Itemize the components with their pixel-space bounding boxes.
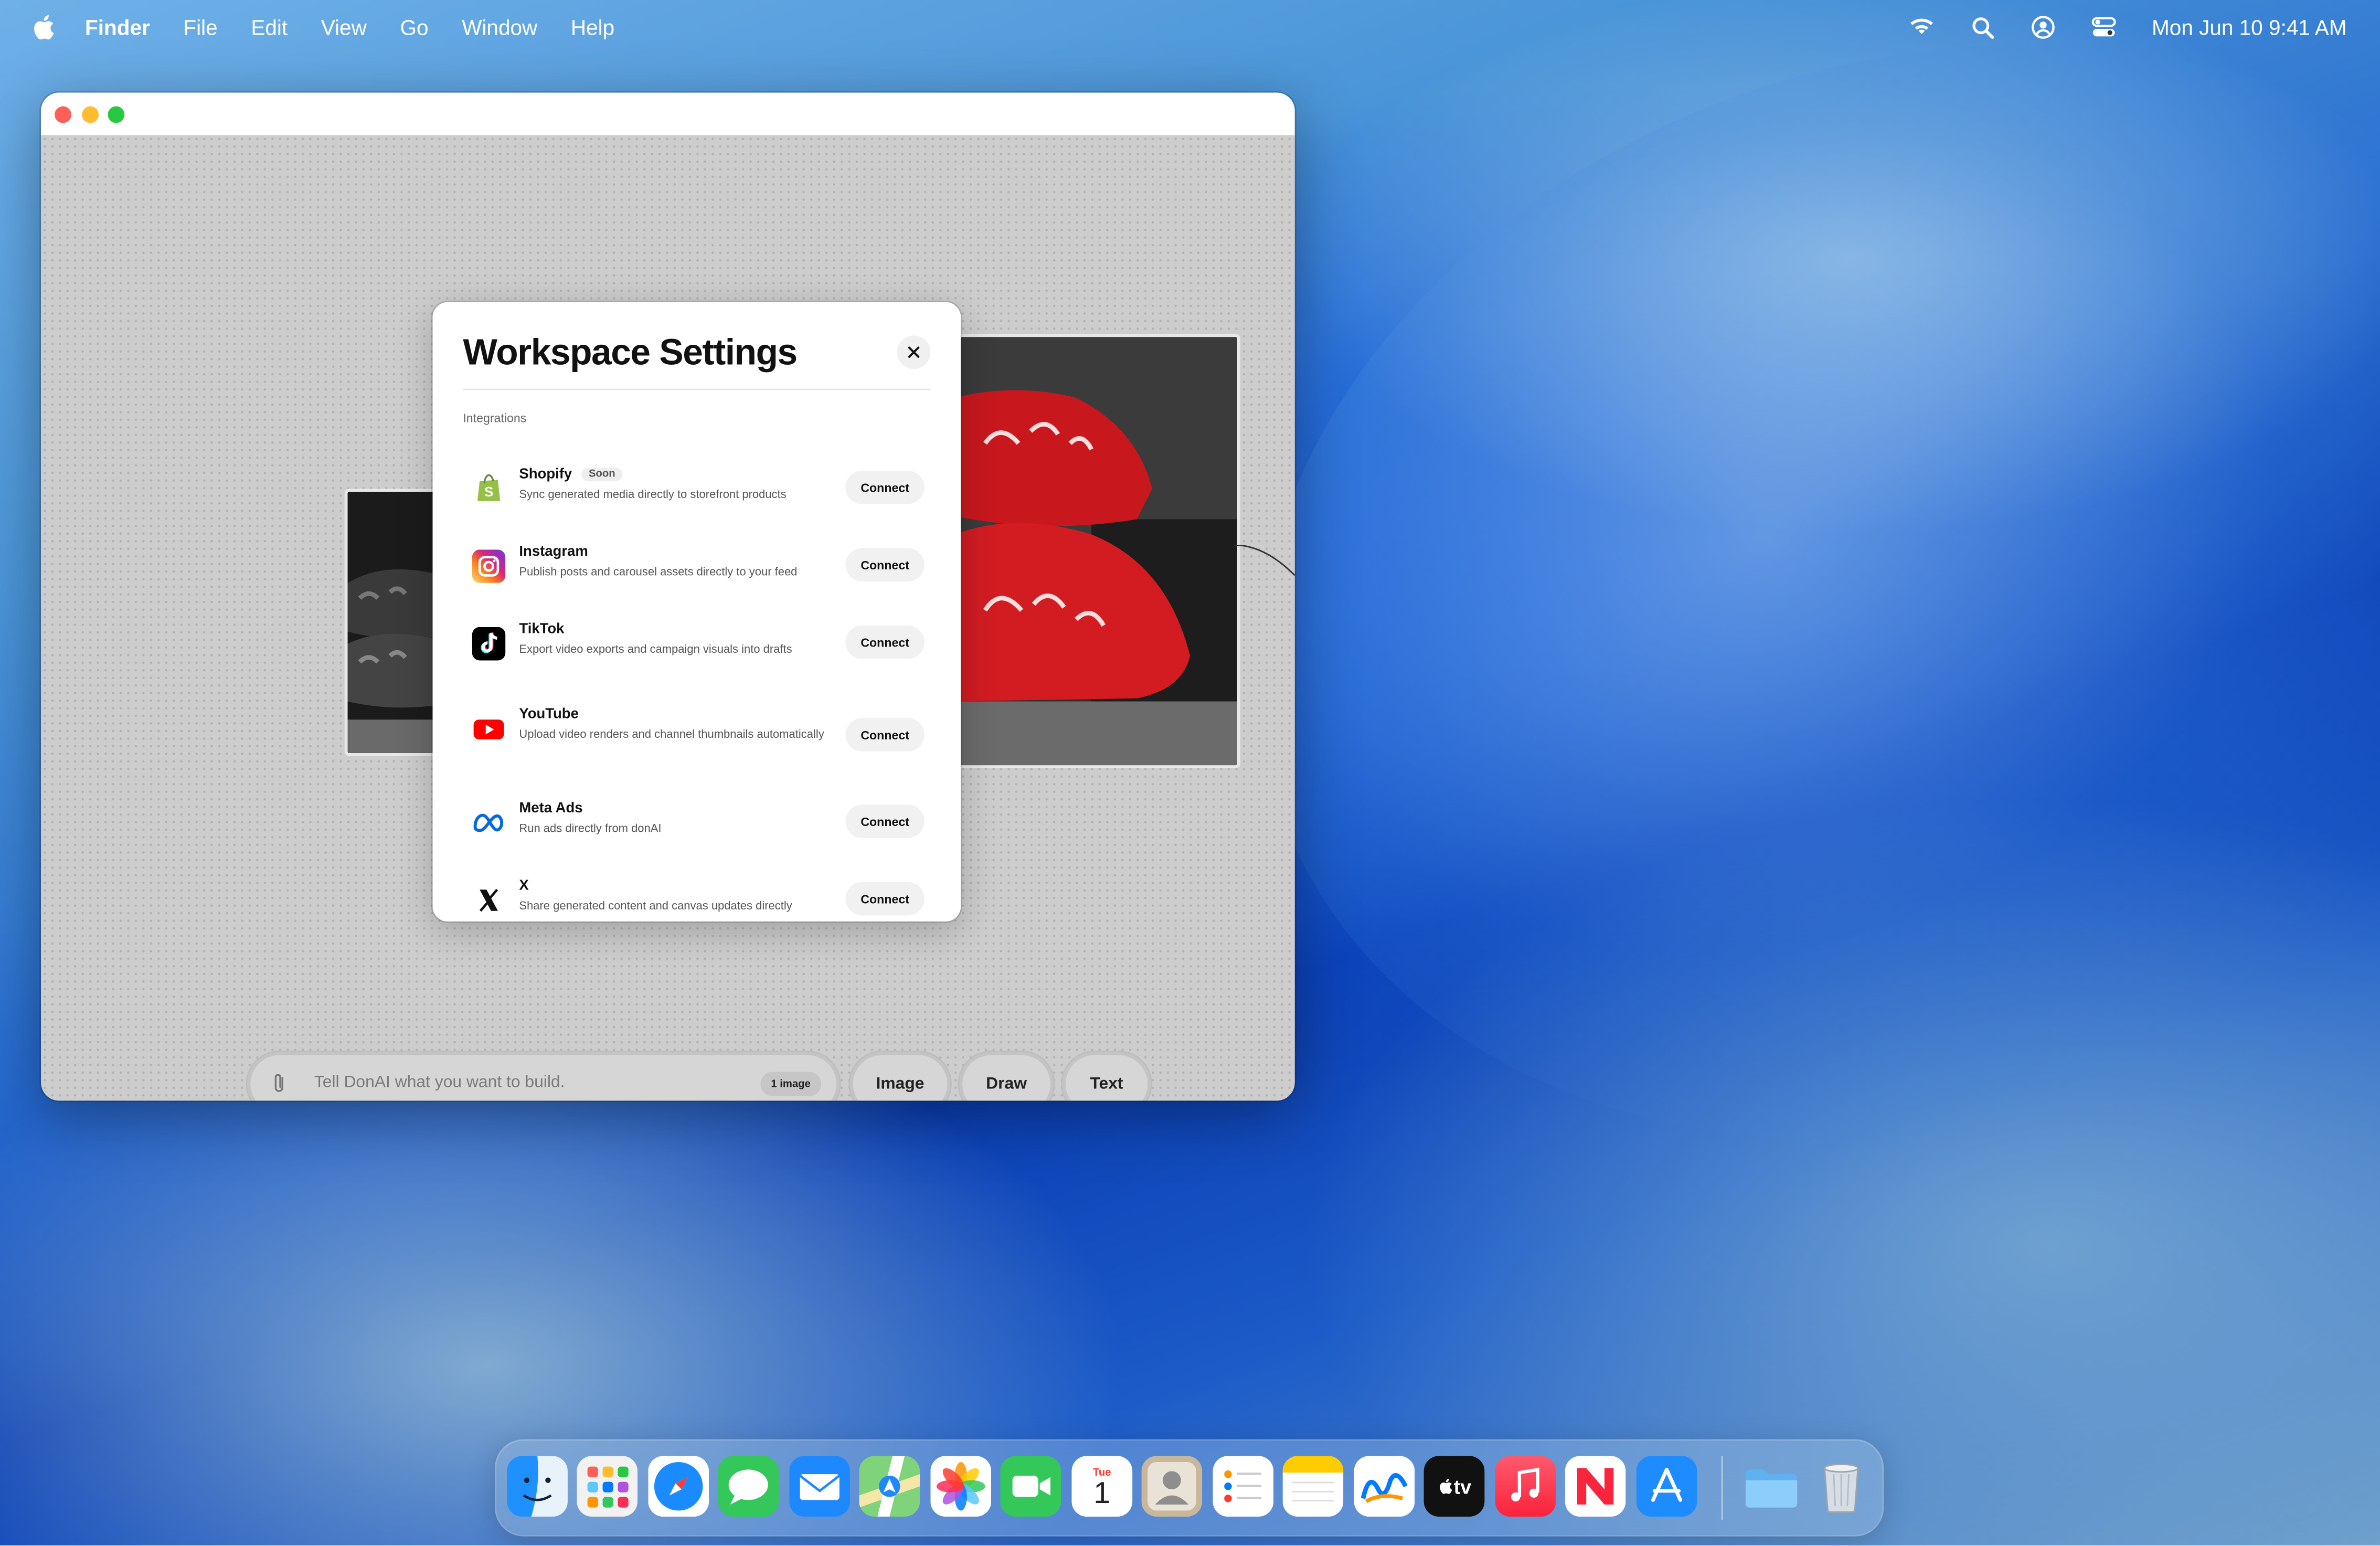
menu-edit[interactable]: Edit xyxy=(251,15,288,39)
downloads-folder-icon[interactable] xyxy=(1741,1456,1802,1517)
meta-icon xyxy=(472,806,506,840)
svg-text:S: S xyxy=(484,484,493,500)
connect-x-button[interactable]: Connect xyxy=(845,882,925,916)
connect-instagram-button[interactable]: Connect xyxy=(845,548,925,582)
menu-window[interactable]: Window xyxy=(462,15,537,39)
dock: Tue 1 tv xyxy=(496,1441,1883,1535)
window-titlebar[interactable] xyxy=(41,92,1295,137)
integration-description: Sync generated media directly to storefr… xyxy=(519,487,787,501)
news-icon[interactable] xyxy=(1565,1456,1626,1517)
integration-description: Share generated content and canvas updat… xyxy=(519,898,792,913)
calendar-month: Tue xyxy=(1093,1467,1111,1478)
menu-bar: Finder File Edit View Go Window Help Mon… xyxy=(0,0,2380,55)
launchpad-icon[interactable] xyxy=(577,1456,638,1517)
canvas-image-card-left[interactable] xyxy=(344,489,445,756)
workspace-settings-dialog: Workspace Settings Integrations S Shopif… xyxy=(432,302,961,922)
canvas-image-card-right[interactable] xyxy=(951,334,1240,768)
menu-app-name[interactable]: Finder xyxy=(85,15,150,39)
draw-mode-button[interactable]: Draw xyxy=(959,1052,1054,1101)
apple-logo-icon xyxy=(1439,1478,1452,1494)
music-icon[interactable] xyxy=(1495,1456,1556,1517)
dialog-close-button[interactable] xyxy=(897,335,931,369)
dock-separator xyxy=(1721,1456,1723,1520)
reminders-icon[interactable] xyxy=(1213,1456,1274,1517)
calendar-day: 1 xyxy=(1093,1476,1111,1510)
x-logo-icon xyxy=(472,883,506,917)
integration-name: X xyxy=(519,877,529,894)
paperclip-icon[interactable] xyxy=(272,1072,287,1094)
zoom-window-button[interactable] xyxy=(108,106,125,123)
app-window: Workspace Settings Integrations S Shopif… xyxy=(41,92,1295,1101)
mail-icon[interactable] xyxy=(789,1456,851,1517)
soon-badge: Soon xyxy=(581,468,623,482)
prompt-placeholder[interactable]: Tell DonAI what you want to build. xyxy=(314,1073,565,1092)
finder-icon[interactable] xyxy=(507,1456,568,1517)
attached-image-count-badge[interactable]: 1 image xyxy=(760,1072,822,1096)
instagram-icon xyxy=(472,549,506,583)
apple-tv-icon[interactable]: tv xyxy=(1423,1456,1485,1517)
integration-name: Instagram xyxy=(519,543,588,560)
calendar-icon[interactable]: Tue 1 xyxy=(1071,1456,1133,1517)
integration-name: YouTube xyxy=(519,706,579,723)
user-account-icon[interactable] xyxy=(2031,15,2055,39)
menu-view[interactable]: View xyxy=(321,15,367,39)
text-mode-button[interactable]: Text xyxy=(1062,1052,1151,1101)
freeform-icon[interactable] xyxy=(1354,1456,1415,1517)
integration-description: Upload video renders and channel thumbna… xyxy=(519,727,824,741)
integration-description: Export video exports and campaign visual… xyxy=(519,642,792,656)
close-icon xyxy=(908,346,920,358)
dialog-divider xyxy=(463,388,931,390)
menu-go[interactable]: Go xyxy=(400,15,428,39)
connect-meta-ads-button[interactable]: Connect xyxy=(845,804,925,838)
tiktok-icon xyxy=(472,627,506,661)
notes-icon[interactable] xyxy=(1282,1456,1344,1517)
control-center-icon[interactable] xyxy=(2091,17,2116,38)
connect-shopify-button[interactable]: Connect xyxy=(845,470,925,504)
photos-icon[interactable] xyxy=(930,1456,992,1517)
messages-icon[interactable] xyxy=(718,1456,779,1517)
integrations-section-label: Integrations xyxy=(463,411,527,426)
integration-description: Run ads directly from donAI xyxy=(519,821,662,835)
integration-name: TikTok xyxy=(519,621,565,638)
facetime-icon[interactable] xyxy=(1000,1456,1061,1517)
integration-description: Publish posts and carousel assets direct… xyxy=(519,565,798,579)
menu-help[interactable]: Help xyxy=(571,15,614,39)
apple-tv-label: tv xyxy=(1453,1475,1472,1498)
youtube-icon xyxy=(472,712,506,746)
integration-name: Shopify xyxy=(519,466,572,483)
canvas-connector-line xyxy=(1234,545,1295,576)
dialog-title: Workspace Settings xyxy=(463,332,798,374)
wifi-icon[interactable] xyxy=(1907,17,1935,38)
trash-icon[interactable] xyxy=(1811,1456,1872,1517)
close-window-button[interactable] xyxy=(55,106,71,123)
shopify-icon: S xyxy=(472,472,506,506)
red-sneaker-image xyxy=(954,337,1237,766)
apple-menu-icon[interactable] xyxy=(30,14,55,41)
menu-file[interactable]: File xyxy=(183,15,217,39)
menu-bar-clock[interactable]: Mon Jun 10 9:41 AM xyxy=(2152,15,2347,39)
connect-tiktok-button[interactable]: Connect xyxy=(845,625,925,659)
connect-youtube-button[interactable]: Connect xyxy=(845,718,925,752)
workspace-canvas[interactable]: Workspace Settings Integrations S Shopif… xyxy=(41,135,1295,1101)
safari-icon[interactable] xyxy=(648,1456,709,1517)
sneaker-image-dark xyxy=(347,492,442,753)
contacts-icon[interactable] xyxy=(1141,1456,1203,1517)
minimize-window-button[interactable] xyxy=(82,106,99,123)
maps-icon[interactable] xyxy=(859,1456,920,1517)
app-store-icon[interactable] xyxy=(1636,1456,1697,1517)
spotlight-search-icon[interactable] xyxy=(1971,16,1994,38)
image-mode-button[interactable]: Image xyxy=(850,1052,951,1101)
integration-name: Meta Ads xyxy=(519,800,583,817)
prompt-input-bar[interactable]: Tell DonAI what you want to build. 1 ima… xyxy=(247,1052,840,1101)
